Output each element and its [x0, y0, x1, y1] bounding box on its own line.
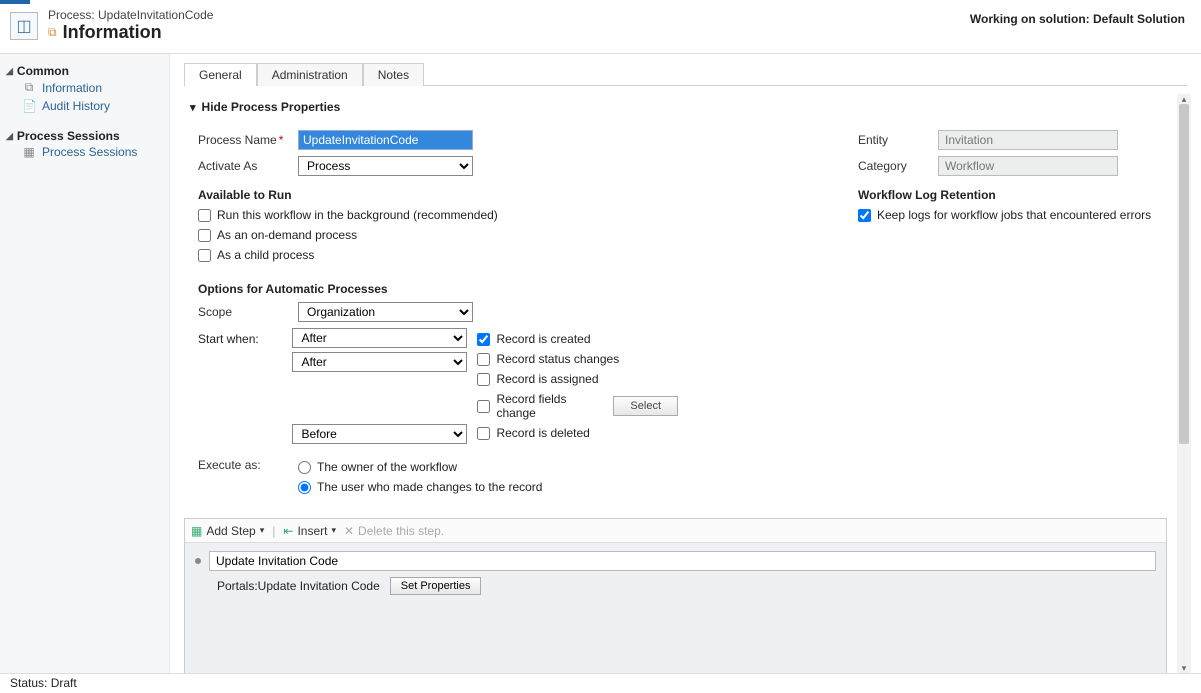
record-deleted-checkbox[interactable] [477, 427, 490, 440]
entity-value: Invitation [938, 130, 1118, 150]
chevron-down-icon: ▾ [331, 525, 336, 536]
execute-as-user-label: The user who made changes to the record [317, 480, 542, 494]
solution-name: Default Solution [1093, 12, 1185, 26]
add-step-icon: ▦ [191, 524, 202, 538]
record-status-label: Record status changes [496, 352, 619, 366]
workflow-steps-panel: ▦ Add Step ▾ | ⇤ Insert ▾ ✕ Delete this … [184, 518, 1167, 674]
step-action-text: Portals:Update Invitation Code [217, 579, 380, 593]
main-content: General Administration Notes Hide Proces… [170, 54, 1201, 674]
start-when-status-select[interactable]: After [292, 352, 467, 372]
vertical-scrollbar[interactable]: ▴ ▾ [1177, 94, 1191, 674]
sidebar-item-information[interactable]: ⧉ Information [6, 78, 163, 97]
step-marker-icon [195, 558, 201, 564]
process-entity-icon: ◫ [10, 12, 38, 40]
insert-button[interactable]: ⇤ Insert ▾ [283, 524, 336, 538]
sidebar-item-process-sessions[interactable]: ▦ Process Sessions [6, 143, 163, 161]
tab-administration[interactable]: Administration [257, 63, 363, 86]
child-process-checkbox[interactable] [198, 249, 211, 262]
record-fields-change-checkbox[interactable] [477, 400, 490, 413]
step-description-input[interactable] [209, 551, 1156, 571]
toolbar-separator: | [272, 524, 275, 538]
information-icon: ⧉ [22, 80, 36, 95]
on-demand-label: As an on-demand process [217, 228, 357, 242]
grid-icon: ▦ [22, 145, 36, 159]
keep-logs-checkbox[interactable] [858, 209, 871, 222]
category-value: Workflow [938, 156, 1118, 176]
select-fields-button[interactable]: Select [613, 396, 678, 416]
sidebar-item-audit-history[interactable]: 📄 Audit History [6, 97, 163, 115]
add-step-button[interactable]: ▦ Add Step ▾ [191, 524, 264, 538]
set-properties-button[interactable]: Set Properties [390, 577, 482, 595]
sidebar: Common ⧉ Information 📄 Audit History Pro… [0, 54, 170, 674]
record-fields-change-label: Record fields change [496, 392, 597, 420]
steps-toolbar: ▦ Add Step ▾ | ⇤ Insert ▾ ✕ Delete this … [185, 519, 1166, 543]
options-automatic-heading: Options for Automatic Processes [198, 282, 678, 296]
scope-label: Scope [198, 305, 298, 319]
activate-as-label: Activate As [198, 159, 298, 173]
execute-as-owner-label: The owner of the workflow [317, 460, 457, 474]
document-icon: 📄 [22, 99, 36, 113]
entity-label: Entity [858, 133, 938, 147]
execute-as-label: Execute as: [198, 456, 298, 472]
record-created-label: Record is created [496, 332, 590, 346]
record-deleted-label: Record is deleted [496, 426, 589, 440]
process-name-input[interactable] [298, 130, 473, 150]
information-icon: ⧉ [48, 25, 57, 40]
scope-select[interactable]: Organization [298, 302, 473, 322]
record-assigned-checkbox[interactable] [477, 373, 490, 386]
status-text: Status: Draft [10, 676, 77, 690]
record-status-checkbox[interactable] [477, 353, 490, 366]
process-prefix: Process: [48, 8, 98, 22]
record-created-checkbox[interactable] [477, 333, 490, 346]
process-name: UpdateInvitationCode [98, 8, 213, 22]
sidebar-item-label: Audit History [42, 99, 110, 113]
delete-step-button[interactable]: ✕ Delete this step. [344, 524, 444, 538]
tab-notes[interactable]: Notes [363, 63, 424, 86]
delete-icon: ✕ [344, 524, 354, 538]
record-assigned-label: Record is assigned [496, 372, 598, 386]
execute-as-owner-radio[interactable] [298, 461, 311, 474]
run-background-label: Run this workflow in the background (rec… [217, 208, 498, 222]
sidebar-item-label: Process Sessions [42, 145, 137, 159]
hide-process-properties-toggle[interactable]: Hide Process Properties [190, 100, 1187, 114]
activate-as-select[interactable]: Process [298, 156, 473, 176]
tab-general[interactable]: General [184, 63, 257, 86]
start-when-deleted-select[interactable]: Before [292, 424, 467, 444]
keep-logs-label: Keep logs for workflow jobs that encount… [877, 208, 1151, 222]
page-title: Information [63, 22, 162, 43]
required-indicator: * [279, 133, 284, 147]
child-process-label: As a child process [217, 248, 314, 262]
insert-icon: ⇤ [283, 524, 293, 538]
log-retention-heading: Workflow Log Retention [858, 188, 1201, 202]
sidebar-group-common[interactable]: Common [6, 64, 163, 78]
run-background-checkbox[interactable] [198, 209, 211, 222]
start-when-label: Start when: [198, 332, 259, 346]
solution-prefix: Working on solution: [970, 12, 1093, 26]
sidebar-group-process-sessions[interactable]: Process Sessions [6, 129, 163, 143]
execute-as-user-radio[interactable] [298, 481, 311, 494]
tab-strip: General Administration Notes [184, 62, 1187, 86]
chevron-down-icon: ▾ [260, 525, 265, 536]
process-name-label: Process Name [198, 133, 277, 147]
on-demand-checkbox[interactable] [198, 229, 211, 242]
status-bar: Status: Draft [0, 673, 1201, 693]
header: ◫ Process: UpdateInvitationCode ⧉ Inform… [0, 0, 1201, 54]
scroll-thumb[interactable] [1179, 104, 1189, 444]
start-when-created-select[interactable]: After [292, 328, 467, 348]
category-label: Category [858, 159, 938, 173]
available-to-run-heading: Available to Run [198, 188, 678, 202]
sidebar-item-label: Information [42, 81, 102, 95]
